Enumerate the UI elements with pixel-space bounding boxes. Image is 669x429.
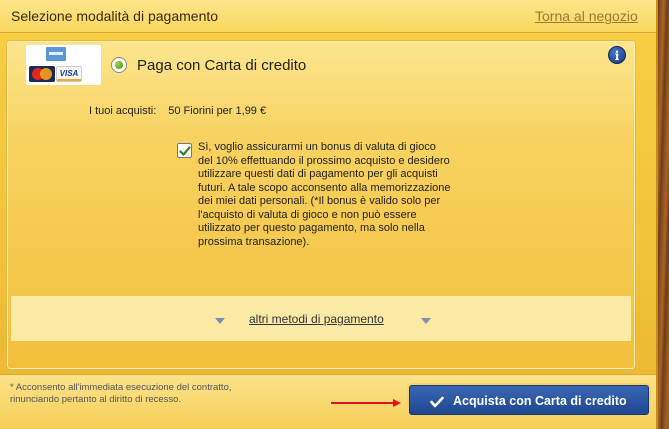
withdrawal-footnote: * Acconsento all'immediata esecuzione de… bbox=[10, 382, 232, 405]
consent-text: Sì, voglio assicurarmi un bonus di valut… bbox=[198, 141, 451, 248]
purchase-label: I tuoi acquisti: bbox=[89, 105, 157, 117]
dialog-title: Selezione modalità di pagamento bbox=[11, 8, 219, 24]
dialog-header: Selezione modalità di pagamento Torna al… bbox=[0, 0, 656, 33]
payment-method-label[interactable]: Paga con Carta di credito bbox=[137, 57, 306, 74]
buy-with-credit-card-button[interactable]: Acquista con Carta di credito bbox=[409, 385, 649, 415]
chevron-down-icon bbox=[421, 318, 431, 324]
check-icon bbox=[179, 146, 191, 156]
credit-card-radio[interactable] bbox=[111, 57, 127, 73]
purchase-summary: I tuoi acquisti: 50 Fiorini per 1,99 € bbox=[89, 105, 266, 117]
mastercard-logo bbox=[29, 66, 55, 82]
visa-logo: VISA bbox=[56, 66, 82, 82]
amex-logo bbox=[46, 47, 66, 61]
radio-selected-dot bbox=[115, 61, 123, 69]
purchase-value: 50 Fiorini per 1,99 € bbox=[168, 105, 267, 117]
red-arrow-icon bbox=[331, 399, 401, 407]
card-logos: VISA bbox=[26, 45, 101, 85]
alternative-methods-bar: altri metodi di pagamento bbox=[11, 296, 631, 341]
other-payment-methods-link[interactable]: altri metodi di pagamento bbox=[249, 312, 384, 326]
back-to-shop-link[interactable]: Torna al negozio bbox=[535, 8, 638, 24]
check-icon bbox=[430, 396, 444, 408]
consent-checkbox[interactable] bbox=[177, 143, 192, 158]
payment-dialog: Selezione modalità di pagamento Torna al… bbox=[0, 0, 658, 429]
buy-button-label: Acquista con Carta di credito bbox=[453, 394, 627, 408]
dialog-footer: * Acconsento all'immediata esecuzione de… bbox=[0, 374, 656, 429]
info-icon[interactable]: i bbox=[608, 46, 626, 64]
payment-panel: VISA Paga con Carta di credito i I tuoi … bbox=[6, 40, 636, 370]
chevron-down-icon bbox=[215, 318, 225, 324]
